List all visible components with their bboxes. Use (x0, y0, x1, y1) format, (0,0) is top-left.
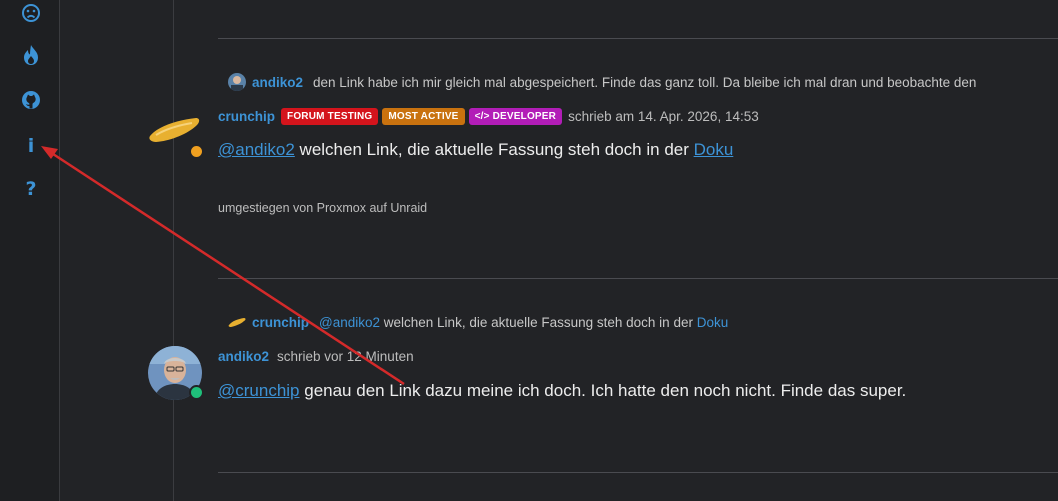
frown-icon[interactable] (18, 0, 44, 26)
post-timestamp[interactable]: schrieb vor 12 Minuten (277, 349, 414, 364)
status-indicator-away (189, 144, 204, 159)
reply-reference[interactable]: andiko2 den Link habe ich mir gleich mal… (228, 73, 976, 91)
github-icon[interactable] (18, 87, 44, 113)
doku-link[interactable]: Doku (697, 315, 729, 330)
post-divider (218, 38, 1058, 39)
doku-link[interactable]: Doku (694, 140, 734, 159)
user-signature: umgestiegen von Proxmox auf Unraid (218, 201, 428, 215)
fire-icon[interactable] (18, 42, 44, 68)
post-author[interactable]: crunchip (218, 109, 275, 124)
help-icon[interactable]: ? (18, 176, 44, 202)
post-header: andiko2 schrieb vor 12 Minuten (218, 349, 414, 364)
mention-link[interactable]: @andiko2 (319, 315, 380, 330)
post-divider (218, 278, 1058, 279)
reply-reference[interactable]: crunchip @andiko2 welchen Link, die aktu… (228, 315, 728, 330)
reply-snippet: den Link habe ich mir gleich mal abgespe… (313, 74, 977, 90)
post-author[interactable]: andiko2 (218, 349, 269, 364)
badge-forum-testing[interactable]: FORUM TESTING (281, 108, 379, 125)
post-header: crunchip FORUM TESTING MOST ACTIVE </> D… (218, 108, 759, 125)
reply-snippet: @andiko2 welchen Link, die aktuelle Fass… (319, 315, 729, 330)
thread-line (173, 0, 174, 501)
sidebar: i ? (0, 0, 60, 501)
mention-link[interactable]: @crunchip (218, 381, 300, 400)
reply-author[interactable]: crunchip (252, 315, 309, 330)
reply-author[interactable]: andiko2 (252, 75, 303, 90)
badge-most-active[interactable]: MOST ACTIVE (382, 108, 465, 125)
avatar (228, 73, 246, 91)
post-divider (218, 472, 1058, 473)
avatar (228, 317, 246, 329)
post-content: @andiko2 welchen Link, die aktuelle Fass… (218, 140, 734, 159)
mention-link[interactable]: @andiko2 (218, 140, 295, 159)
status-indicator-online (189, 385, 204, 400)
info-icon[interactable]: i (18, 133, 44, 159)
post-timestamp[interactable]: schrieb am 14. Apr. 2026, 14:53 (568, 109, 759, 124)
post-content: @crunchip genau den Link dazu meine ich … (218, 381, 907, 400)
badge-developer[interactable]: </> DEVELOPER (468, 108, 563, 125)
code-icon: </> (474, 111, 490, 122)
